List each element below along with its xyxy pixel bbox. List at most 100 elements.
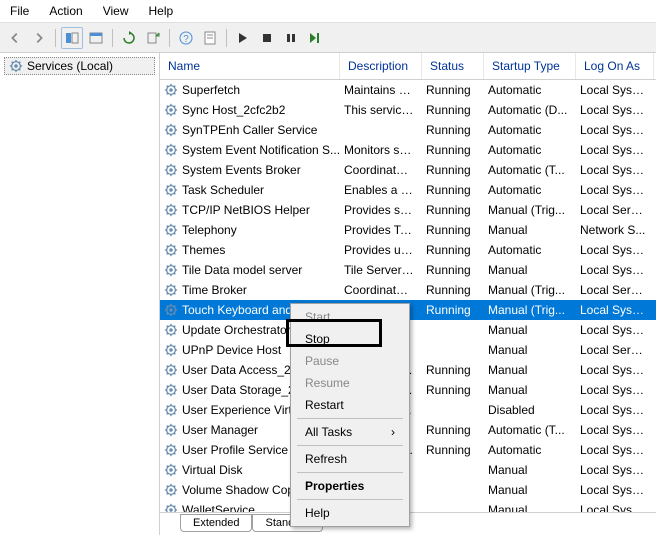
- properties-button[interactable]: [199, 27, 221, 49]
- ctx-refresh[interactable]: Refresh: [293, 448, 407, 470]
- gear-icon: [164, 163, 178, 177]
- ctx-resume: Resume: [293, 372, 407, 394]
- context-menu: Start Stop Pause Resume Restart All Task…: [290, 303, 410, 527]
- service-logon: Local Syste...: [576, 463, 654, 477]
- gear-icon: [164, 483, 178, 497]
- service-startup: Manual: [484, 483, 576, 497]
- service-logon: Local Syste...: [576, 443, 654, 457]
- separator: [297, 499, 403, 500]
- stop-service-button[interactable]: [256, 27, 278, 49]
- service-status: Running: [422, 363, 484, 377]
- separator: [297, 472, 403, 473]
- menu-help[interactable]: Help: [139, 2, 184, 20]
- help-button[interactable]: ?: [175, 27, 197, 49]
- service-row[interactable]: ThemesProvides us...RunningAutomaticLoca…: [160, 240, 656, 260]
- service-startup: Disabled: [484, 403, 576, 417]
- export-button[interactable]: [142, 27, 164, 49]
- service-name: User Manager: [182, 423, 258, 437]
- service-row[interactable]: TCP/IP NetBIOS HelperProvides su...Runni…: [160, 200, 656, 220]
- gear-icon: [164, 123, 178, 137]
- service-status: Running: [422, 283, 484, 297]
- service-startup: Automatic: [484, 123, 576, 137]
- ctx-help[interactable]: Help: [293, 502, 407, 524]
- service-desc: Provides us...: [340, 243, 422, 257]
- gear-icon: [164, 463, 178, 477]
- service-desc: Coordinates...: [340, 283, 422, 297]
- tree-services-local[interactable]: Services (Local): [4, 57, 155, 75]
- service-row[interactable]: SuperfetchMaintains a...RunningAutomatic…: [160, 80, 656, 100]
- service-name: SynTPEnh Caller Service: [182, 123, 317, 137]
- service-row[interactable]: Time BrokerCoordinates...RunningManual (…: [160, 280, 656, 300]
- service-logon: Local Syste...: [576, 363, 654, 377]
- menu-view[interactable]: View: [93, 2, 139, 20]
- ctx-all-tasks[interactable]: All Tasks: [293, 421, 407, 443]
- restart-service-button[interactable]: [304, 27, 326, 49]
- start-service-button[interactable]: [232, 27, 254, 49]
- service-startup: Manual: [484, 363, 576, 377]
- service-name: Virtual Disk: [182, 463, 242, 477]
- col-header-description[interactable]: Description: [340, 53, 422, 79]
- main-area: Services (Local) Name Description Status…: [0, 53, 656, 535]
- service-status: Running: [422, 303, 484, 317]
- gear-icon: [164, 183, 178, 197]
- service-logon: Local Syste...: [576, 423, 654, 437]
- service-row[interactable]: System Events BrokerCoordinates...Runnin…: [160, 160, 656, 180]
- ctx-restart[interactable]: Restart: [293, 394, 407, 416]
- service-logon: Local Syste...: [576, 243, 654, 257]
- service-row[interactable]: Tile Data model serverTile Server f...Ru…: [160, 260, 656, 280]
- show-hide-pane-button[interactable]: [85, 27, 107, 49]
- menu-file[interactable]: File: [0, 2, 39, 20]
- service-row[interactable]: Task SchedulerEnables a us...RunningAuto…: [160, 180, 656, 200]
- service-startup: Manual (Trig...: [484, 283, 576, 297]
- service-desc: Maintains a...: [340, 83, 422, 97]
- forward-button[interactable]: [28, 27, 50, 49]
- service-startup: Automatic: [484, 443, 576, 457]
- ctx-stop[interactable]: Stop: [293, 328, 407, 350]
- service-status: Running: [422, 203, 484, 217]
- service-status: Running: [422, 163, 484, 177]
- toolbar: ?: [0, 23, 656, 53]
- service-status: Running: [422, 223, 484, 237]
- service-startup: Manual (Trig...: [484, 303, 576, 317]
- service-logon: Local Syste...: [576, 143, 654, 157]
- service-desc: Provides su...: [340, 203, 422, 217]
- service-status: Running: [422, 123, 484, 137]
- service-row[interactable]: System Event Notification S...Monitors s…: [160, 140, 656, 160]
- col-header-startup[interactable]: Startup Type: [484, 53, 576, 79]
- svg-text:?: ?: [183, 34, 189, 45]
- service-desc: Coordinates...: [340, 163, 422, 177]
- service-row[interactable]: TelephonyProvides Tel...RunningManualNet…: [160, 220, 656, 240]
- col-header-name[interactable]: Name: [160, 53, 340, 79]
- col-header-status[interactable]: Status: [422, 53, 484, 79]
- service-desc: Enables a us...: [340, 183, 422, 197]
- menubar: File Action View Help: [0, 0, 656, 23]
- pause-service-button[interactable]: [280, 27, 302, 49]
- col-header-logon[interactable]: Log On As: [576, 53, 654, 79]
- gear-icon: [164, 303, 178, 317]
- service-name: UPnP Device Host: [182, 343, 281, 357]
- right-pane: Name Description Status Startup Type Log…: [160, 53, 656, 535]
- gear-icon: [164, 443, 178, 457]
- service-status: Running: [422, 383, 484, 397]
- gear-icon: [164, 223, 178, 237]
- menu-action[interactable]: Action: [39, 2, 92, 20]
- service-logon: Local Service: [576, 343, 654, 357]
- service-name: Tile Data model server: [182, 263, 302, 277]
- separator: [226, 29, 227, 47]
- service-row[interactable]: SynTPEnh Caller ServiceRunningAutomaticL…: [160, 120, 656, 140]
- show-hide-tree-button[interactable]: [61, 27, 83, 49]
- service-name: WalletService: [182, 503, 255, 512]
- gear-icon: [164, 503, 178, 512]
- gear-icon: [164, 203, 178, 217]
- service-desc: Monitors sy...: [340, 143, 422, 157]
- tab-extended[interactable]: Extended: [180, 514, 252, 532]
- refresh-button[interactable]: [118, 27, 140, 49]
- service-row[interactable]: Sync Host_2cfc2b2This service ...Running…: [160, 100, 656, 120]
- service-startup: Automatic: [484, 243, 576, 257]
- service-logon: Local Syste...: [576, 483, 654, 497]
- ctx-properties[interactable]: Properties: [293, 475, 407, 497]
- ctx-pause: Pause: [293, 350, 407, 372]
- gear-icon: [164, 143, 178, 157]
- service-startup: Automatic: [484, 83, 576, 97]
- back-button[interactable]: [4, 27, 26, 49]
